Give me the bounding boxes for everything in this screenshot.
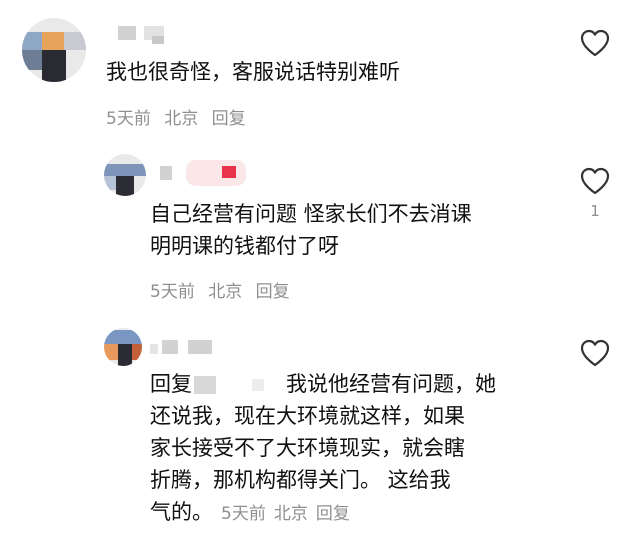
comment-text-line: 折腾，那机构都得关门。 这给我 [150,468,451,492]
heart-outline-icon [580,339,610,367]
comment-time: 5天前 [221,504,266,524]
comment-3: 回复 我说他经营有问题，她 还说我，现在大环境就这样，如果 家长接受不了大环境现实… [0,320,640,555]
user-avatar[interactable] [104,328,142,366]
comment-2: 自己经营有问题 怪家长们不去消课 明明课的钱都付了呀 5天前 北京 回复 1 [0,140,640,320]
comment-meta: 5天前 北京 回复 [221,504,358,524]
reply-button[interactable]: 回复 [212,109,246,129]
comment-location: 北京 [273,504,308,524]
like-button[interactable] [578,338,612,368]
comment-time: 5天前 [150,282,195,302]
comment-text-line: 明明课的钱都付了呀 [150,234,339,258]
comment-text-line: 家长接受不了大环境现实，就会瞎 [150,436,465,460]
user-avatar[interactable] [22,18,86,82]
like-count: 1 [590,202,600,220]
comment-text-line: 还说我，现在大环境就这样，如果 [150,404,465,428]
reply-prefix: 回复 [150,372,192,396]
comment-text-line: 自己经营有问题 怪家长们不去消课 [150,202,472,226]
user-avatar[interactable] [104,154,146,196]
comment-text-line: 气的。 [150,500,213,524]
heart-outline-icon [580,167,610,195]
like-button[interactable] [578,28,612,58]
comment-1: 我也很奇怪，客服说话特别难听 5天前 北京 回复 [0,0,640,140]
comment-location: 北京 [164,109,199,129]
comment-text-line: 我说他经营有问题，她 [286,372,496,396]
reply-button[interactable]: 回复 [256,282,290,302]
comment-meta: 5天前 北京 回复 [106,104,254,129]
comment-time: 5天前 [106,109,151,129]
like-button[interactable]: 1 [578,166,612,220]
comment-text: 回复 我说他经营有问题，她 还说我，现在大环境就这样，如果 家长接受不了大环境现实… [150,368,496,530]
comment-location: 北京 [208,282,243,302]
reply-button[interactable]: 回复 [316,504,350,524]
comment-meta: 5天前 北京 回复 [150,277,298,302]
comment-text: 我也很奇怪，客服说话特别难听 [106,60,400,84]
heart-outline-icon [580,29,610,57]
mentioned-user-masked[interactable] [194,376,216,394]
comment-text: 自己经营有问题 怪家长们不去消课 明明课的钱都付了呀 [150,198,472,262]
